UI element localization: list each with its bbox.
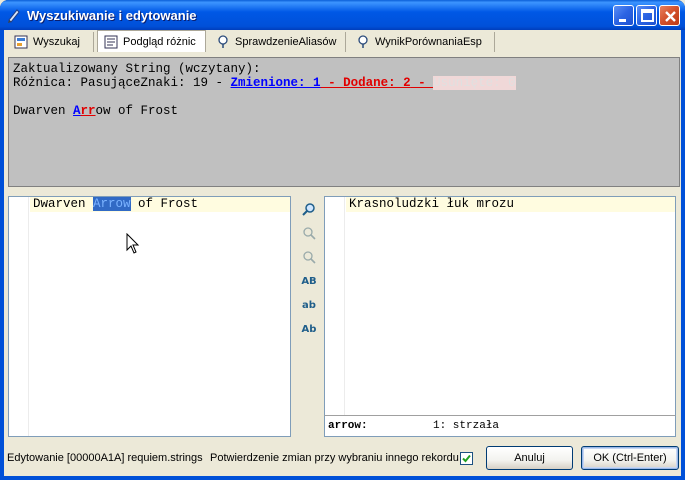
diff-preview: Dwarven Arrow of Frost	[13, 104, 675, 118]
find-previous-button[interactable]	[300, 224, 318, 242]
translation-text[interactable]: Krasnoludzki łuk mrozu	[349, 198, 514, 211]
dictionary-value: 1: strzała	[433, 420, 500, 432]
preview-after: ow of Frost	[95, 104, 179, 118]
tab-label: WynikPorównaniaEsp	[375, 36, 482, 48]
client-area: Wyszukaj Podgląd różnic SprawdzenieAlias…	[4, 30, 681, 476]
search-button[interactable]	[300, 200, 318, 218]
removed-count: Usunięte: 0	[433, 76, 516, 90]
diff-prefix: Różnica: PasująceZnaki: 19 -	[13, 76, 231, 90]
ok-button[interactable]: OK (Ctrl-Enter)	[581, 446, 679, 470]
selected-word[interactable]: Arrow	[93, 197, 131, 211]
preview-added: rr	[80, 104, 96, 118]
main-window: Wyszukiwanie i edytowanie Wyszukaj Podgl…	[0, 0, 685, 480]
search-icon	[302, 203, 315, 216]
uppercase-button[interactable]: AB	[300, 272, 318, 290]
preview-before: Dwarven	[13, 104, 74, 118]
line-gutter	[9, 197, 29, 436]
titlebar[interactable]: Wyszukiwanie i edytowanie	[0, 0, 685, 30]
close-icon	[665, 11, 676, 22]
checkmark-icon	[462, 454, 471, 463]
tab-wyszukaj[interactable]: Wyszukaj	[8, 32, 94, 52]
lowercase-button[interactable]: ab	[300, 296, 318, 314]
compare-icon	[104, 35, 118, 48]
cancel-button[interactable]: Anuluj	[486, 446, 573, 470]
pen-icon	[8, 9, 20, 23]
changed-count: Zmienione: 1	[230, 76, 321, 90]
translation-text-editor[interactable]: Krasnoludzki łuk mrozu	[324, 196, 676, 435]
maximize-button[interactable]	[636, 5, 657, 26]
diff-separator: -	[410, 76, 434, 90]
tab-podglad-roznic[interactable]: Podgląd różnic	[97, 30, 206, 52]
source-text[interactable]: Dwarven Arrow of Frost	[33, 197, 199, 211]
tab-label: SprawdzenieAliasów	[235, 36, 337, 48]
confirm-checkbox[interactable]	[460, 452, 473, 465]
source-text-after: of Frost	[130, 197, 199, 211]
tab-strip: Wyszukaj Podgląd różnic SprawdzenieAlias…	[4, 30, 681, 52]
find-previous-icon	[303, 227, 316, 240]
window-title: Wyszukiwanie i edytowanie	[27, 8, 197, 23]
tab-label: Podgląd różnic	[123, 35, 196, 48]
close-button[interactable]	[659, 5, 680, 26]
diff-info-panel: Zaktualizowany String (wczytany): Różnica…	[8, 57, 680, 187]
preview-changed: A	[73, 104, 81, 118]
diff-separator: -	[320, 76, 344, 90]
tab-wynik-porownania-esp[interactable]: WynikPorównaniaEsp	[350, 32, 495, 52]
confirm-label: Potwierdzenie zmian przy wybraniu innego…	[210, 452, 459, 464]
minimize-icon	[619, 19, 626, 22]
source-text-editor[interactable]: Dwarven Arrow of Frost	[8, 196, 291, 437]
source-text-before: Dwarven	[33, 197, 94, 211]
capitalize-button[interactable]: Ab	[300, 320, 318, 338]
editing-status: Edytowanie [00000A1A] requiem.strings	[7, 452, 203, 464]
info-header: Zaktualizowany String (wczytany):	[13, 62, 261, 76]
minimize-button[interactable]	[613, 5, 634, 26]
maximize-icon	[641, 9, 654, 22]
find-next-icon	[303, 251, 316, 264]
diff-summary: Różnica: PasująceZnaki: 19 - Zmienione: …	[13, 76, 675, 90]
line-gutter	[325, 197, 345, 434]
dictionary-hint: arrow: 1: strzała	[324, 415, 676, 437]
tab-label: Wyszukaj	[33, 36, 80, 48]
tab-sprawdzenie-aliasow[interactable]: SprawdzenieAliasów	[210, 32, 346, 52]
added-count: Dodane: 2	[343, 76, 411, 90]
window-border-bottom	[0, 476, 685, 480]
find-next-button[interactable]	[300, 248, 318, 266]
window-border-right	[681, 30, 685, 480]
dictionary-key: arrow:	[328, 420, 368, 432]
pin-icon	[218, 35, 228, 48]
search-form-icon	[14, 35, 28, 49]
pin-icon	[358, 35, 368, 48]
mouse-cursor-icon	[126, 233, 140, 254]
